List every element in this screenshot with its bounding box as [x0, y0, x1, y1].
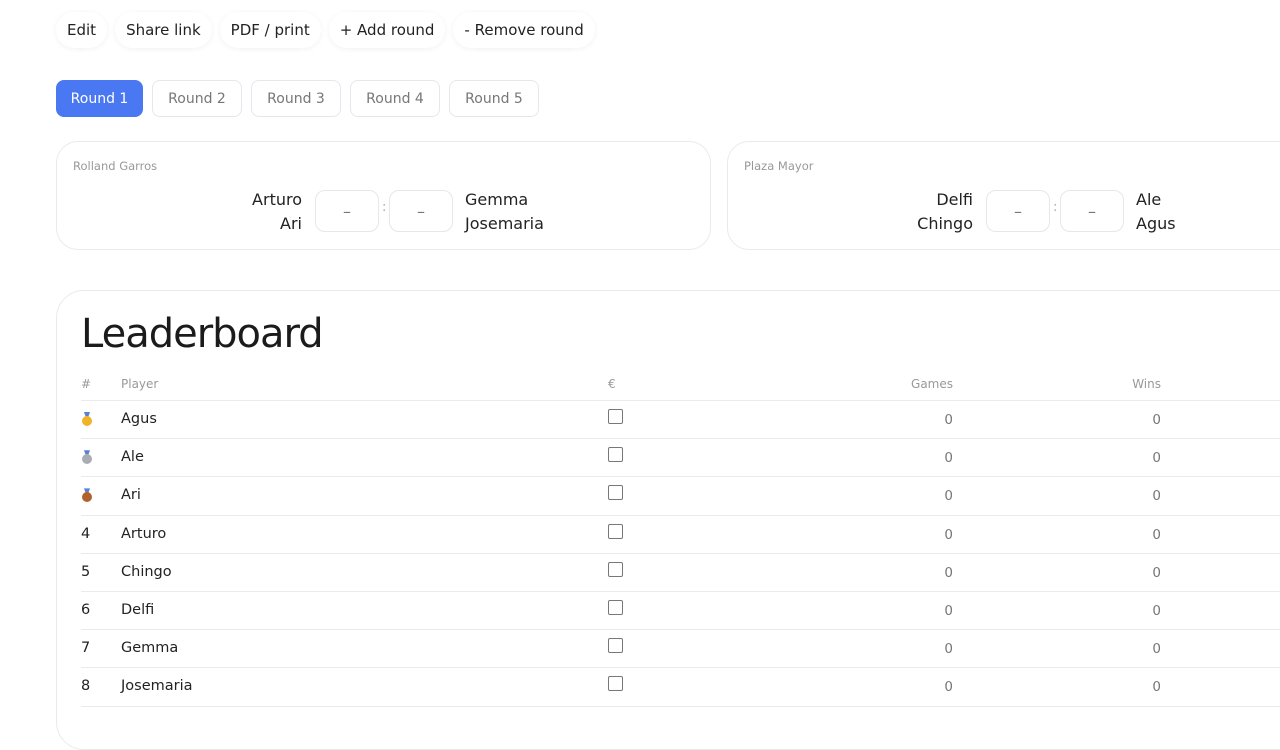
wins-count: 0 [1152, 679, 1161, 696]
wins-count: 0 [1152, 450, 1161, 467]
tab-round-1[interactable]: Round 1 [56, 80, 143, 117]
wins-count: 0 [1152, 488, 1161, 505]
round-tabs: Round 1 Round 2 Round 3 Round 4 Round 5 [56, 80, 539, 117]
table-row: 5 Chingo 0 0 [81, 554, 1280, 592]
team-a: Arturo Ari [252, 188, 302, 236]
games-count: 0 [944, 526, 953, 543]
player-name: Gemma [465, 190, 529, 209]
rank-number: 7 [81, 640, 91, 657]
wins-count: 0 [1152, 526, 1161, 543]
paid-checkbox[interactable] [608, 599, 623, 615]
player-name: Chingo [917, 214, 973, 233]
games-count: 0 [944, 412, 953, 428]
paid-checkbox[interactable] [608, 676, 623, 692]
table-row: 4 Arturo 0 0 [81, 516, 1280, 554]
tab-round-4[interactable]: Round 4 [350, 80, 440, 117]
games-count: 0 [944, 564, 953, 581]
rank-number: 5 [81, 563, 91, 580]
team-b: Gemma Josemaria [465, 188, 544, 236]
wins-count: 0 [1152, 641, 1161, 658]
rank-number: 8 [81, 678, 91, 695]
leaderboard-header: # Player € Games Wins [81, 377, 1280, 401]
rank-number: 6 [81, 601, 91, 618]
column-header-rank: # [81, 377, 92, 391]
team-b: Ale Agus [1136, 188, 1176, 236]
pdf-print-button[interactable]: PDF / print [219, 12, 321, 48]
player-name: Arturo [252, 190, 302, 209]
column-header-games: Games [911, 377, 953, 391]
match-card: Plaza Mayor Delfi Chingo – : – Ale Agus [727, 141, 1280, 250]
table-row: 6 Delfi 0 0 [81, 592, 1280, 631]
games-count: 0 [944, 641, 953, 658]
player-name: Gemma [121, 640, 179, 657]
court-name: Plaza Mayor [744, 159, 814, 173]
leaderboard-card: Leaderboard # Player € Games Wins Agus 0 0… [56, 290, 1280, 750]
paid-checkbox[interactable] [608, 447, 623, 463]
table-row: Ale 0 0 [81, 439, 1280, 478]
team-a: Delfi Chingo [917, 188, 973, 236]
player-name: Arturo [121, 525, 167, 542]
score-separator: : [1053, 200, 1058, 215]
player-name: Delfi [936, 190, 973, 209]
court-name: Rolland Garros [73, 159, 158, 173]
edit-button[interactable]: Edit [56, 12, 108, 48]
games-count: 0 [944, 450, 953, 467]
games-count: 0 [944, 602, 953, 619]
table-row: 8 Josemaria 0 0 [81, 668, 1280, 707]
remove-round-button[interactable]: - Remove round [453, 12, 595, 48]
toolbar: Edit Share link PDF / print + Add round … [56, 12, 595, 48]
player-name: Agus [1136, 214, 1176, 233]
paid-checkbox[interactable] [608, 409, 623, 424]
games-count: 0 [944, 488, 953, 505]
wins-count: 0 [1152, 564, 1161, 581]
match-card: Rolland Garros Arturo Ari – : – Gemma Jo… [56, 141, 711, 250]
leaderboard-rows: Agus 0 0 Ale 0 0 Ari 0 0 4 Arturo 0 0 5 Chingo 0 0 6 Delfi… [81, 401, 1280, 707]
tab-round-3[interactable]: Round 3 [251, 80, 341, 117]
score-input-team-b[interactable]: – [389, 190, 453, 232]
column-header-wins: Wins [1132, 377, 1161, 391]
player-name: Agus [121, 411, 157, 427]
score-separator: : [382, 200, 387, 215]
bronze-medal-icon [81, 488, 93, 503]
table-row: Agus 0 0 [81, 401, 1280, 440]
paid-checkbox[interactable] [608, 561, 623, 577]
paid-checkbox[interactable] [608, 523, 623, 539]
player-name: Ale [121, 449, 144, 466]
gold-medal-icon [81, 412, 93, 426]
player-name: Delfi [121, 601, 155, 618]
player-name: Ale [1136, 190, 1162, 209]
score-input-team-b[interactable]: – [1060, 190, 1124, 232]
table-row: Ari 0 0 [81, 477, 1280, 516]
paid-checkbox[interactable] [608, 485, 623, 501]
column-header-player: Player [121, 377, 159, 391]
player-name: Josemaria [465, 214, 544, 233]
player-name: Chingo [121, 563, 172, 580]
wins-count: 0 [1152, 602, 1161, 619]
player-name: Ari [121, 487, 141, 504]
silver-medal-icon [81, 450, 93, 465]
wins-count: 0 [1152, 412, 1161, 428]
paid-checkbox[interactable] [608, 638, 623, 654]
add-round-button[interactable]: + Add round [328, 12, 446, 48]
score-input-team-a[interactable]: – [986, 190, 1050, 232]
player-name: Josemaria [121, 678, 193, 695]
tab-round-5[interactable]: Round 5 [449, 80, 539, 117]
share-link-button[interactable]: Share link [115, 12, 212, 48]
table-row: 7 Gemma 0 0 [81, 630, 1280, 669]
column-header-paid: € [608, 377, 616, 391]
player-name: Ari [280, 214, 302, 233]
tab-round-2[interactable]: Round 2 [152, 80, 242, 117]
rank-number: 4 [81, 525, 91, 542]
games-count: 0 [944, 679, 953, 696]
score-input-team-a[interactable]: – [315, 190, 379, 232]
leaderboard-title: Leaderboard [81, 311, 324, 357]
